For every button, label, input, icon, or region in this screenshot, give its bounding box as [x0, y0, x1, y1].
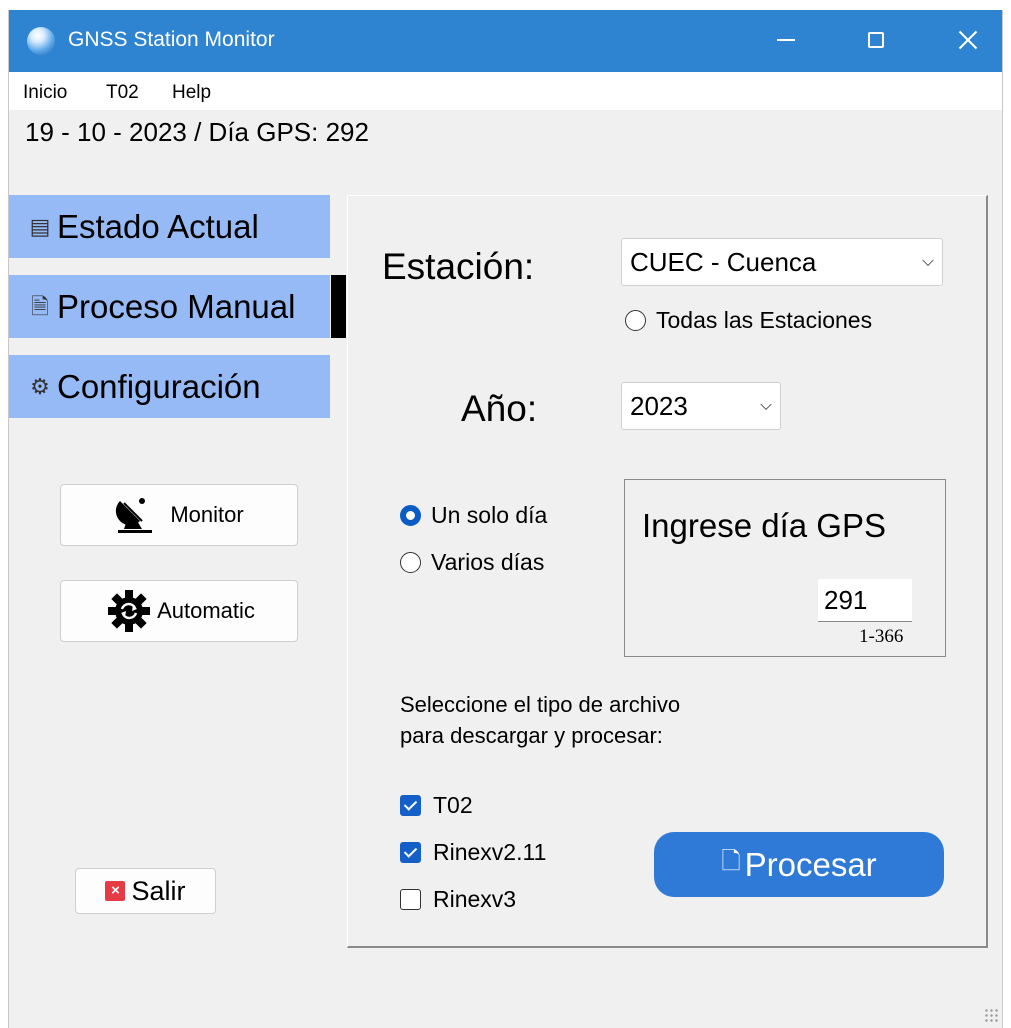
station-select-value: CUEC - Cuenca [630, 246, 817, 277]
process-label: Procesar [744, 845, 877, 883]
nav-estado-actual[interactable]: ▤ Estado Actual [9, 195, 330, 258]
all-stations-radio[interactable]: Todas las Estaciones [625, 307, 872, 334]
nav-label: Configuración [57, 367, 261, 405]
menu-bar: Inicio T02 Help [9, 72, 1002, 110]
hint-line-1: Seleccione el tipo de archivo [400, 692, 681, 717]
hint-line-2: para descargar y procesar: [400, 723, 663, 748]
year-select-value: 2023 [630, 390, 688, 421]
gps-day-range: 1-366 [859, 626, 904, 647]
radio-indicator-checked [400, 505, 421, 526]
close-icon [958, 30, 978, 50]
menu-help[interactable]: Help [172, 82, 211, 104]
gear-icon: ⚙ [30, 373, 50, 399]
gps-day-title: Ingrese día GPS [642, 507, 886, 544]
nav-label: Proceso Manual [57, 287, 296, 325]
radio-indicator [400, 552, 421, 573]
satellite-dish-icon [116, 498, 153, 533]
checkbox-indicator-checked [400, 842, 421, 863]
exit-label: Salir [131, 875, 186, 906]
checkbox-indicator-checked [400, 795, 421, 816]
year-select[interactable]: 2023 [621, 382, 781, 430]
nav-proceso-manual[interactable]: 🗎 Proceso Manual [9, 275, 330, 338]
resize-grip[interactable] [984, 1008, 998, 1022]
copy-files-icon: 🗋 [721, 848, 741, 875]
menu-inicio[interactable]: Inicio [23, 82, 67, 104]
file-type-hint: Seleccione el tipo de archivo para desca… [400, 689, 680, 751]
globe-app-icon [27, 27, 55, 55]
all-stations-label: Todas las Estaciones [656, 307, 873, 333]
app-window: GNSS Station Monitor Inicio T02 Help 19 … [8, 10, 1003, 1028]
gear-sync-icon [108, 590, 151, 632]
minimize-button[interactable] [763, 20, 809, 60]
automatic-button[interactable]: Automatic [60, 580, 298, 642]
checkbox-t02[interactable]: T02 [400, 792, 473, 819]
active-nav-indicator [331, 275, 346, 338]
process-button[interactable]: 🗋 Procesar [654, 832, 944, 897]
automatic-label: Automatic [157, 598, 255, 623]
document-download-icon: 🗎 [31, 293, 49, 319]
close-button[interactable] [945, 20, 991, 60]
nav-label: Estado Actual [57, 207, 259, 245]
menu-t02[interactable]: T02 [106, 82, 139, 104]
multiple-days-radio[interactable]: Varios días [400, 549, 544, 576]
single-day-label: Un solo día [431, 502, 548, 528]
checkbox-t02-label: T02 [433, 792, 473, 818]
chevron-down-icon [922, 254, 934, 267]
checkbox-rinexv211[interactable]: Rinexv2.11 [400, 839, 546, 866]
exit-button[interactable]: × Salir [75, 868, 216, 914]
maximize-icon [868, 32, 884, 48]
multiple-days-label: Varios días [431, 549, 545, 575]
title-bar[interactable]: GNSS Station Monitor [9, 10, 1002, 72]
chevron-down-icon [760, 398, 772, 411]
nav-configuracion[interactable]: ⚙ Configuración [9, 355, 330, 418]
radio-indicator [625, 310, 646, 331]
gps-day-input[interactable]: 291 [818, 579, 912, 622]
checkbox-rinexv3[interactable]: Rinexv3 [400, 886, 516, 913]
checkbox-indicator [400, 889, 421, 910]
single-day-radio[interactable]: Un solo día [400, 502, 547, 529]
monitor-label: Monitor [170, 502, 244, 527]
manual-process-panel: Estación: CUEC - Cuenca Todas las Estaci… [347, 195, 988, 948]
station-select[interactable]: CUEC - Cuenca [621, 238, 943, 286]
year-label: Año: [461, 388, 538, 429]
checkbox-rinexv211-label: Rinexv2.11 [433, 839, 547, 865]
window-title: GNSS Station Monitor [68, 28, 275, 51]
date-gps-day: 19 - 10 - 2023 / Día GPS: 292 [25, 117, 369, 147]
maximize-button[interactable] [853, 20, 899, 60]
monitor-button[interactable]: Monitor [60, 484, 298, 546]
checkbox-rinexv3-label: Rinexv3 [433, 886, 517, 912]
station-label: Estación: [382, 246, 535, 287]
close-square-icon: × [105, 881, 126, 901]
minimize-icon [777, 39, 795, 41]
gps-day-group: Ingrese día GPS 291 1-366 [624, 479, 946, 657]
signal-bars-icon: ▤ [29, 213, 51, 239]
